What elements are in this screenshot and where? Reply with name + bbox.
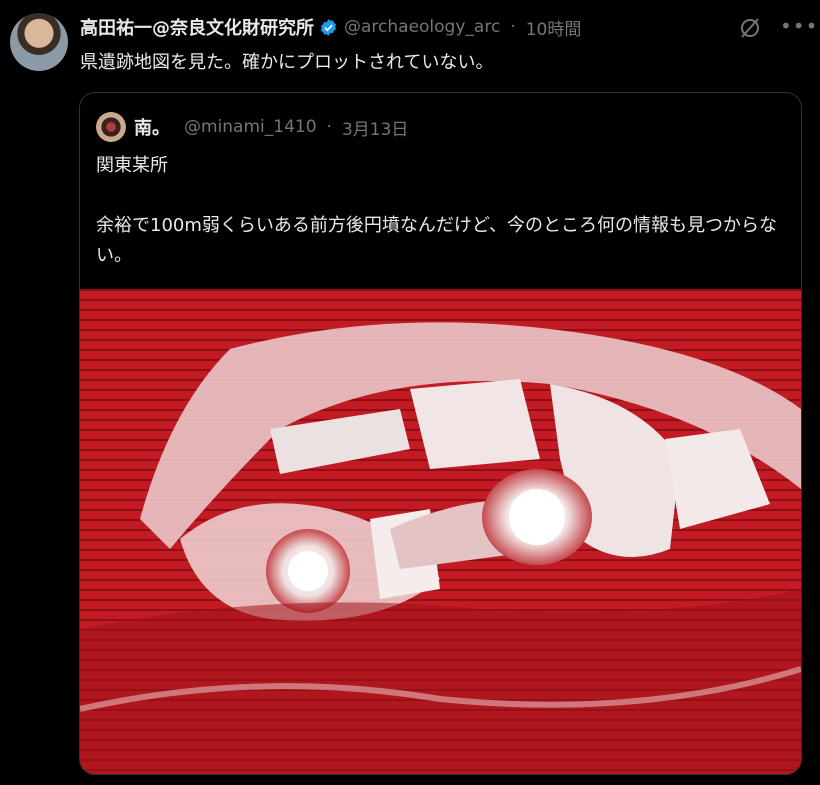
tweet-header: 高田祐一@奈良文化財研究所 @archaeology_arc · 10時間 [80,14,581,40]
verified-badge-icon [320,18,337,36]
tweet-text: 県遺跡地図を見た。確かにプロットされていない。 [80,52,494,73]
quote-author-name[interactable]: 南。 [134,114,170,140]
quote-header: 南。 @minami_1410 · 3月13日 [96,112,408,142]
author-handle[interactable]: @archaeology_arc [344,17,500,37]
grok-icon[interactable] [738,16,762,40]
relief-map-image[interactable] [80,289,801,774]
tweet-time[interactable]: 10時間 [526,15,582,40]
more-icon[interactable]: ••• [780,14,817,42]
author-name[interactable]: 高田祐一@奈良文化財研究所 [80,14,314,40]
quoted-tweet[interactable]: 南。 @minami_1410 · 3月13日 関東某所 余裕で100m弱くらい… [79,92,802,775]
quote-line: 余裕で100m弱くらいある前方後円墳なんだけど、今のところ何の情報も見つからない… [96,215,777,266]
quote-author-avatar[interactable] [96,112,126,142]
quote-date[interactable]: 3月13日 [342,115,408,140]
quote-author-handle[interactable]: @minami_1410 [184,117,317,137]
quote-blank-line [96,181,786,211]
quote-text: 関東某所 余裕で100m弱くらいある前方後円墳なんだけど、今のところ何の情報も見… [96,151,786,271]
separator-dot: · [510,17,516,37]
separator-dot: · [326,117,332,137]
author-avatar[interactable] [10,13,68,71]
quote-line: 関東某所 [96,155,168,176]
